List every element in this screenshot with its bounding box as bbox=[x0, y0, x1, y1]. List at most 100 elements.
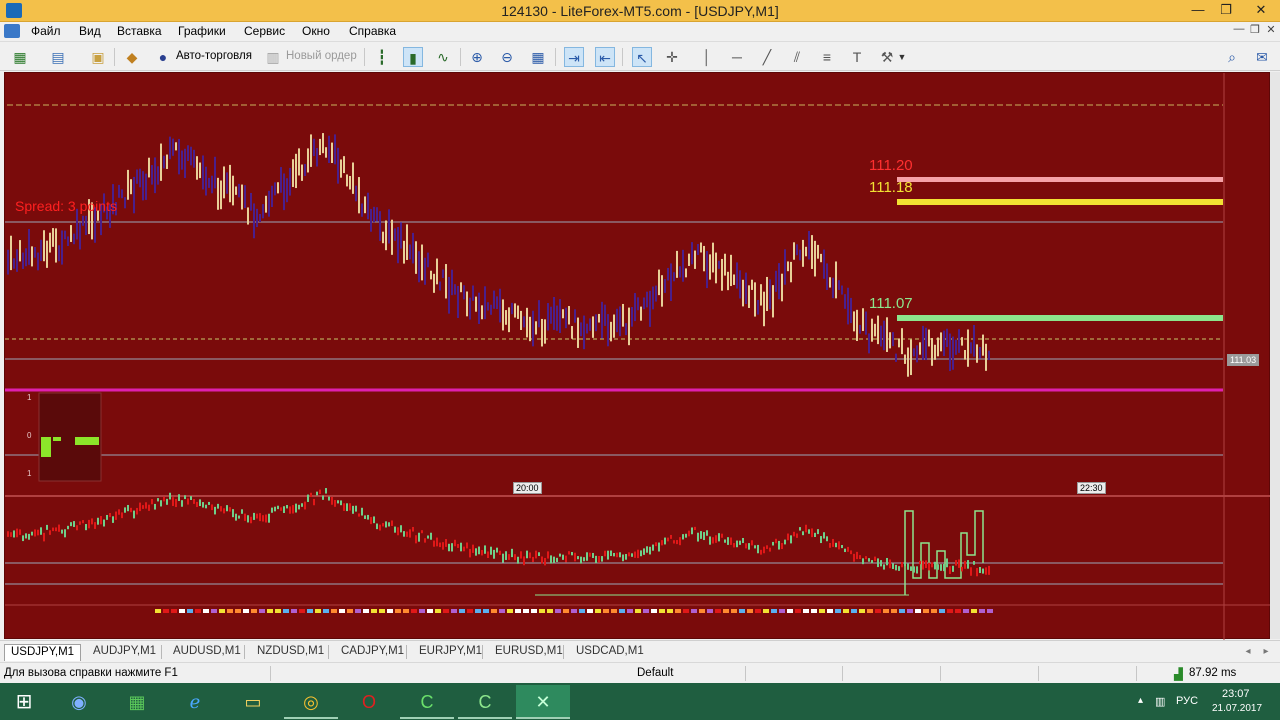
strategy-tester-icon[interactable]: ◆ bbox=[122, 47, 142, 67]
menu-charts[interactable]: Графики bbox=[178, 24, 226, 38]
price-bar bbox=[334, 134, 336, 165]
liteforex-mt5-icon[interactable]: ✕ bbox=[516, 685, 570, 719]
excel-icon[interactable]: ▦ bbox=[110, 685, 164, 719]
new-order-icon[interactable]: ▥ bbox=[263, 47, 283, 67]
chrome-icon[interactable]: ◎ bbox=[284, 685, 338, 719]
chart-window-icon[interactable] bbox=[4, 24, 20, 38]
indicator-bar bbox=[289, 506, 291, 514]
vertical-scrollbar[interactable] bbox=[1270, 72, 1280, 639]
tab-eurusd[interactable]: EURUSD,M1 bbox=[489, 644, 569, 661]
menu-insert[interactable]: Вставка bbox=[117, 24, 162, 38]
price-bar bbox=[445, 264, 447, 299]
chat-icon[interactable]: ✉ bbox=[1252, 47, 1272, 67]
bar-chart-icon[interactable]: ┇ bbox=[372, 47, 392, 67]
status-bar: Для вызова справки нажмите F1 Default ▟ … bbox=[0, 662, 1280, 683]
market-watch-icon[interactable]: ▣ bbox=[88, 47, 108, 67]
indicator-bar bbox=[916, 566, 918, 574]
mdi-close-button[interactable]: ✕ bbox=[1262, 23, 1280, 39]
line-chart-icon[interactable]: ∿ bbox=[433, 47, 453, 67]
tick-marker bbox=[195, 609, 201, 613]
text-icon[interactable]: T bbox=[847, 47, 867, 67]
shapes-icon[interactable]: ⚒ bbox=[877, 47, 897, 67]
tab-scroll-right-icon[interactable]: ▸ bbox=[1256, 642, 1276, 662]
chevron-down-icon[interactable]: ▼ bbox=[897, 47, 907, 67]
menu-help[interactable]: Справка bbox=[349, 24, 396, 38]
chart-shift-icon[interactable]: ⇤ bbox=[595, 47, 615, 67]
tray-arrow-icon[interactable]: ▴ bbox=[1138, 695, 1143, 706]
price-bar bbox=[592, 316, 594, 338]
tab-eurjpy[interactable]: EURJPY,M1 bbox=[413, 644, 488, 661]
indicator-bar bbox=[583, 557, 585, 562]
opera-icon[interactable]: O bbox=[342, 685, 396, 719]
tab-usdcad[interactable]: USDCAD,M1 bbox=[570, 644, 650, 661]
minimize-button[interactable]: — bbox=[1184, 0, 1212, 21]
indicator-bar bbox=[370, 517, 372, 525]
price-chart[interactable]: 111.20 111.18 111.07 Spread: 3 points 11… bbox=[4, 72, 1271, 640]
tab-audusd[interactable]: AUDUSD,M1 bbox=[167, 644, 247, 661]
indicator-bar bbox=[742, 537, 744, 544]
auto-trading-icon[interactable]: ● bbox=[153, 47, 173, 67]
auto-trading-button[interactable]: Авто-торговля bbox=[176, 50, 252, 62]
zoom-in-icon[interactable]: ⊕ bbox=[467, 47, 487, 67]
price-bar bbox=[766, 276, 768, 312]
camtasia-icon[interactable]: C bbox=[400, 685, 454, 719]
zoom-out-icon[interactable]: ⊖ bbox=[497, 47, 517, 67]
indicator-bar bbox=[577, 556, 579, 560]
cursor-icon[interactable]: ↖ bbox=[632, 47, 652, 67]
price-bar bbox=[253, 203, 255, 239]
maximize-button[interactable]: ❐ bbox=[1212, 0, 1240, 21]
tick-marker bbox=[243, 609, 249, 613]
price-bar bbox=[700, 242, 702, 253]
internet-explorer-icon[interactable]: ℯ bbox=[168, 685, 222, 719]
start-button-icon[interactable]: ⊞ bbox=[0, 685, 48, 719]
menu-view[interactable]: Вид bbox=[79, 24, 101, 38]
clock-time[interactable]: 23:07 bbox=[1222, 688, 1250, 700]
new-chart-icon[interactable]: ▦ bbox=[10, 47, 30, 67]
file-explorer-icon[interactable]: ▭ bbox=[226, 685, 280, 719]
tab-cadjpy[interactable]: CADJPY,M1 bbox=[335, 644, 410, 661]
price-bar bbox=[535, 321, 537, 335]
indicator-bar bbox=[970, 567, 972, 576]
price-bar bbox=[457, 285, 459, 318]
candlestick-chart-icon[interactable]: ▮ bbox=[403, 47, 423, 67]
tick-marker bbox=[843, 609, 849, 613]
clock-date[interactable]: 21.07.2017 bbox=[1212, 703, 1262, 714]
price-bar bbox=[139, 168, 141, 188]
network-icon[interactable]: ▥ bbox=[1155, 695, 1165, 708]
menu-tools[interactable]: Сервис bbox=[244, 24, 285, 38]
auto-scroll-icon[interactable]: ⇥ bbox=[564, 47, 584, 67]
language-indicator[interactable]: РУС bbox=[1176, 695, 1198, 707]
price-bar bbox=[469, 297, 471, 320]
tab-audjpy[interactable]: AUDJPY,M1 bbox=[87, 644, 162, 661]
tick-marker bbox=[643, 609, 649, 613]
tab-usdjpy[interactable]: USDJPY,M1 bbox=[4, 644, 82, 661]
tab-scroll-left-icon[interactable]: ◂ bbox=[1238, 642, 1258, 662]
close-button[interactable]: ✕ bbox=[1244, 0, 1278, 21]
indicator-bar bbox=[670, 534, 672, 539]
price-bar bbox=[187, 145, 189, 161]
price-bar bbox=[745, 272, 747, 305]
tab-nzdusd[interactable]: NZDUSD,M1 bbox=[251, 644, 330, 661]
menu-file[interactable]: Файл bbox=[31, 24, 61, 38]
new-order-button[interactable]: Новый ордер bbox=[286, 50, 357, 62]
indicator-bar bbox=[433, 540, 435, 547]
profiles-icon[interactable]: ▤ bbox=[48, 47, 68, 67]
crosshair-icon[interactable]: ✛ bbox=[662, 47, 682, 67]
trendline-icon[interactable]: ╱ bbox=[757, 47, 777, 67]
search-icon[interactable]: ⌕ bbox=[1222, 47, 1242, 67]
indicator-bar bbox=[160, 500, 162, 507]
indicator-bar bbox=[259, 513, 261, 522]
tile-windows-icon[interactable]: ▦ bbox=[528, 47, 548, 67]
menu-window[interactable]: Окно bbox=[302, 24, 330, 38]
tick-marker bbox=[635, 609, 641, 613]
profile-name: Default bbox=[637, 667, 674, 679]
equidistant-channel-icon[interactable]: ⫽ bbox=[787, 47, 807, 67]
price-bar bbox=[808, 230, 810, 260]
price-bar bbox=[157, 166, 159, 185]
camtasia-recorder-icon[interactable]: C bbox=[458, 685, 512, 719]
price-bar bbox=[724, 253, 726, 276]
explorer-globe-icon[interactable]: ◉ bbox=[52, 685, 106, 719]
vertical-line-icon[interactable]: │ bbox=[697, 47, 717, 67]
horizontal-line-icon[interactable]: ─ bbox=[727, 47, 747, 67]
fibonacci-icon[interactable]: ≡ bbox=[817, 47, 837, 67]
